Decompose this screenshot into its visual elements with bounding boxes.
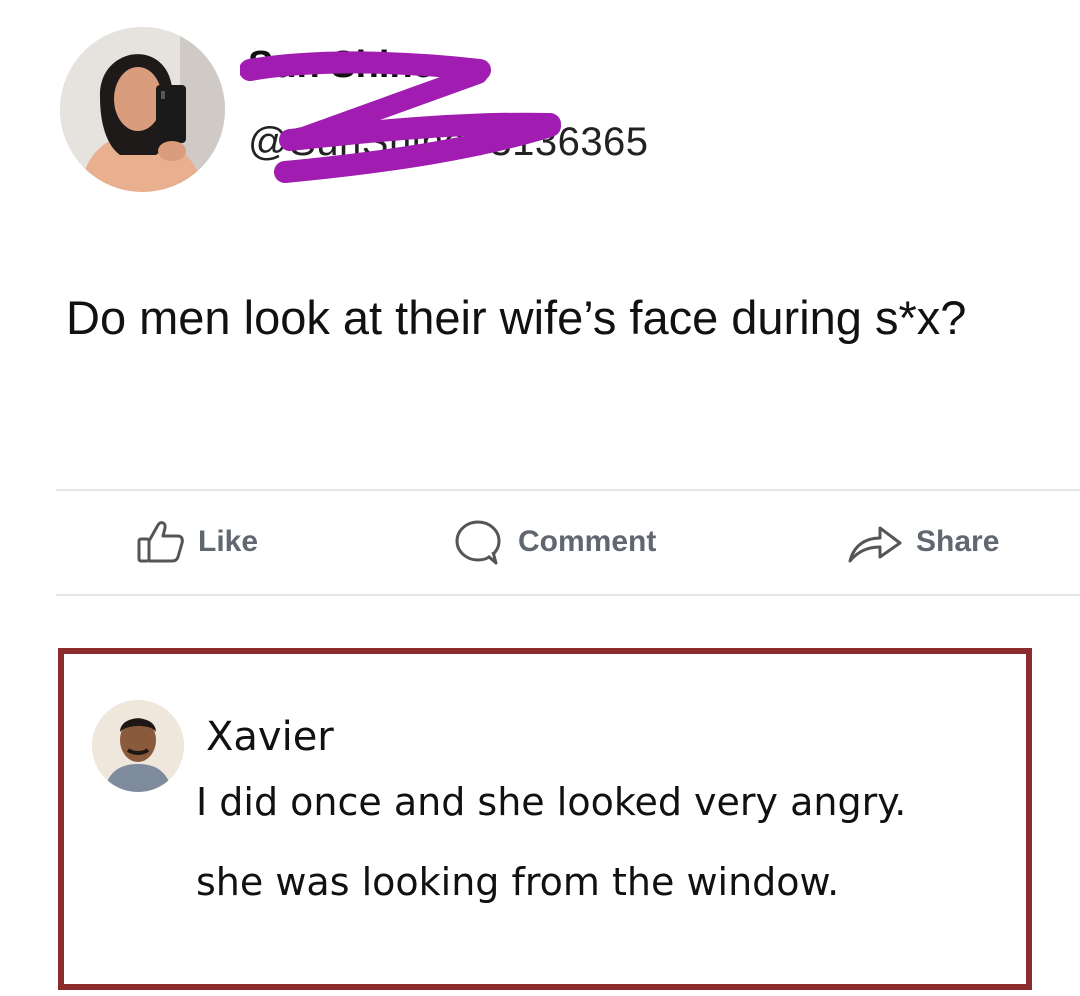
divider-bottom [56,594,1080,596]
comment-avatar[interactable] [92,700,184,792]
thumbs-up-icon [136,519,186,565]
comment-button[interactable]: Comment [452,518,656,566]
action-bar: Like Comment Share [0,496,1080,592]
post-text: Do men look at their wife’s face during … [66,291,967,344]
post-header: Sun Shine @SunShine33136365 [0,0,1080,200]
comment-text-line-1: I did once and she looked very angry. [196,780,907,824]
highlighted-comment: Xavier I did once and she looked very an… [58,648,1032,990]
like-button[interactable]: Like [136,518,258,566]
avatar[interactable] [60,27,225,192]
profile-photo [60,27,225,192]
share-arrow-icon [846,519,904,565]
comment-label: Comment [518,525,657,558]
share-label: Share [916,525,1000,558]
author-handle[interactable]: @SunShine33136365 [248,120,649,165]
divider-top [56,489,1080,491]
commenter-photo [92,700,184,792]
author-name[interactable]: Sun Shine [248,44,434,87]
comment-bubble-icon [452,519,506,565]
share-button[interactable]: Share [846,518,999,566]
comment-text-line-2: she was looking from the window. [196,860,840,904]
comment-author[interactable]: Xavier [206,714,334,760]
like-label: Like [198,525,259,558]
